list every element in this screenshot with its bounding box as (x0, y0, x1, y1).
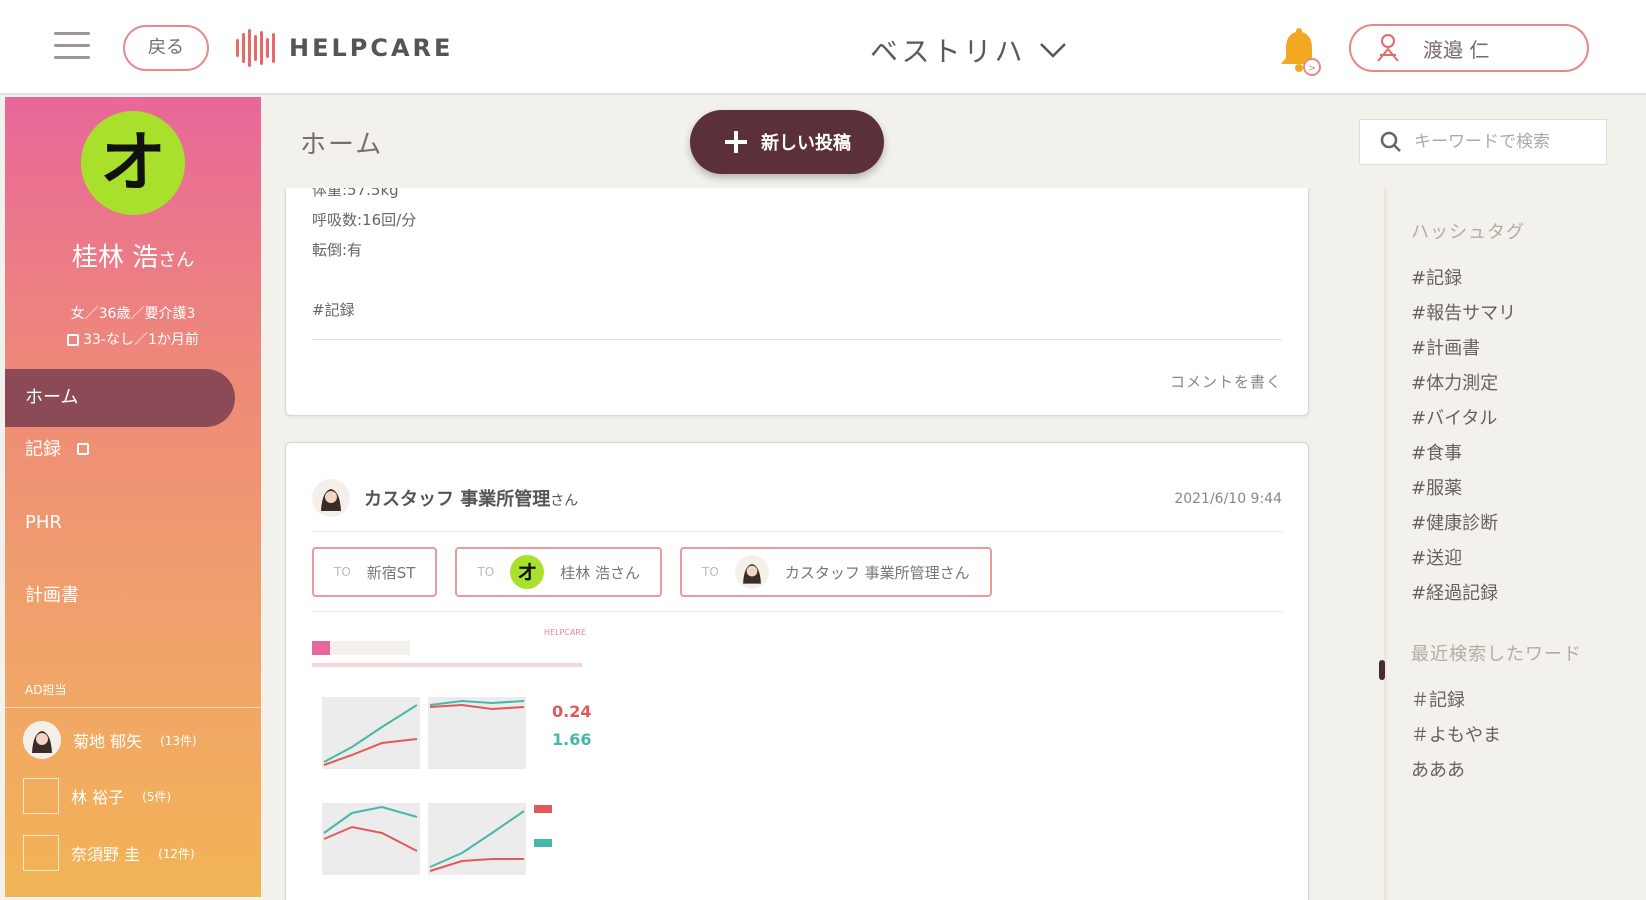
author-avatar (312, 479, 350, 517)
member-item[interactable]: 林 裕子 (5件) (23, 772, 171, 820)
hashtag-link[interactable]: #送迎 (1411, 544, 1462, 570)
post-date: 2021/6/10 9:44 (1174, 491, 1282, 507)
logo-mark-icon (236, 29, 275, 67)
user-name: 渡邉 仁 (1423, 37, 1490, 62)
post-divider (312, 611, 1282, 612)
member-photo-icon (23, 721, 61, 759)
user-icon (1377, 34, 1399, 62)
hashtag-link[interactable]: #健康診断 (1411, 509, 1498, 535)
report-value-red: 0.24 (552, 702, 591, 721)
brand-name: HELPCARE (289, 34, 454, 62)
member-avatar-broken (23, 778, 59, 814)
hashtag-link[interactable]: #バイタル (1411, 404, 1497, 430)
member-avatar-broken (23, 835, 59, 871)
report-thumbnail[interactable]: HELPCARE 0.24 1.66 (312, 627, 612, 897)
plus-icon (725, 131, 747, 153)
hashtag-link[interactable]: #計画書 (1411, 334, 1480, 360)
helpcare-logo: HELPCARE (236, 28, 453, 68)
patient-info-demographics: 女／36歳／要介護3 (70, 306, 196, 322)
patient-info-plan: 33-なし／1か月前 (5, 327, 261, 353)
search-icon (1380, 131, 1401, 152)
chevron-down-icon (1039, 43, 1066, 58)
recipient-tag[interactable]: TO オ 桂林 浩さん (455, 547, 663, 597)
notification-bell-icon[interactable]: > (1274, 26, 1324, 78)
post-feed: 体重:57.5kg 呼吸数:16回/分 転倒:有 #記録 コメントを書く カスタ… (270, 188, 1320, 900)
user-menu-button[interactable]: 渡邉 仁 (1349, 24, 1589, 72)
hashtag-link[interactable]: #報告サマリ (1411, 299, 1516, 325)
hashtag-link[interactable]: #体力測定 (1411, 369, 1498, 395)
post-card: 体重:57.5kg 呼吸数:16回/分 転倒:有 #記録 コメントを書く (285, 188, 1309, 416)
menu-icon[interactable] (54, 32, 90, 64)
hashtag-sidebar: ハッシュタグ #記録 #報告サマリ #計画書 #体力測定 #バイタル #食事 #… (1379, 188, 1637, 900)
search-box (1359, 119, 1607, 165)
post-body: 体重:57.5kg 呼吸数:16回/分 転倒:有 #記録 (312, 188, 417, 319)
feed-scrollbar[interactable] (1379, 660, 1385, 680)
hashtag-link[interactable]: #服薬 (1411, 474, 1462, 500)
nav-phr[interactable]: PHR (5, 494, 235, 552)
calendar-icon (67, 334, 80, 346)
post-divider (312, 531, 1282, 532)
patient-info: 女／36歳／要介護3 33-なし／1か月前 (5, 301, 261, 353)
external-link-icon (76, 443, 89, 455)
recent-search-link[interactable]: あああ (1411, 756, 1465, 782)
nav-home[interactable]: ホーム (5, 369, 235, 427)
nav-records[interactable]: 記録 (5, 421, 235, 479)
nav-plan[interactable]: 計画書 (5, 567, 235, 625)
recipient-avatar: オ (510, 555, 545, 589)
member-item[interactable]: 奈須野 圭 (12件) (23, 829, 195, 877)
top-bar: 戻る HELPCARE ベストリハ > 渡邉 仁 (0, 0, 1646, 95)
svg-text:HELPCARE: HELPCARE (544, 628, 586, 637)
member-avatar (23, 721, 61, 759)
patient-name: 桂林 浩さん (71, 243, 195, 273)
facility-name: ベストリハ (870, 35, 1026, 68)
post-divider (312, 339, 1282, 340)
report-value-teal: 1.66 (552, 730, 591, 749)
recent-search-link[interactable]: ＃記録 (1411, 686, 1465, 712)
recent-search-heading: 最近検索したワード (1411, 644, 1582, 665)
write-comment-link[interactable]: コメントを書く (1170, 371, 1282, 392)
recipient-list: TO 新宿ST TO オ 桂林 浩さん TO カスタッフ 事業所管理さん (312, 547, 992, 597)
recipient-tag[interactable]: TO 新宿ST (312, 547, 438, 597)
facility-selector[interactable]: ベストリハ (870, 30, 1068, 70)
members-section-label: AD担当 (25, 683, 67, 697)
back-button[interactable]: 戻る (123, 25, 209, 71)
patient-sidebar: オ 桂林 浩さん 女／36歳／要介護3 33-なし／1か月前 ホーム 記録 PH… (5, 97, 261, 897)
post-author: カスタッフ 事業所管理さん (312, 479, 578, 517)
recent-search-link[interactable]: ＃よもやま (1411, 721, 1501, 747)
hashtag-heading: ハッシュタグ (1411, 222, 1525, 243)
search-input[interactable] (1412, 131, 1596, 153)
hashtag-link[interactable]: #記録 (1411, 264, 1462, 290)
hashtag-link[interactable]: #食事 (1411, 439, 1462, 465)
post-card: カスタッフ 事業所管理さん 2021/6/10 9:44 TO 新宿ST TO オ… (285, 442, 1309, 900)
new-post-button[interactable]: 新しい投稿 (690, 110, 884, 174)
recipient-tag[interactable]: TO カスタッフ 事業所管理さん (680, 547, 992, 597)
sidebar-divider (5, 707, 261, 708)
svg-text:>: > (1308, 63, 1316, 74)
member-item[interactable]: 菊地 郁矢 (13件) (23, 716, 197, 764)
recipient-avatar (734, 555, 769, 589)
patient-avatar: オ (81, 111, 185, 215)
hashtag-link[interactable]: #経過記録 (1411, 579, 1498, 605)
page-title: ホーム (300, 130, 384, 160)
